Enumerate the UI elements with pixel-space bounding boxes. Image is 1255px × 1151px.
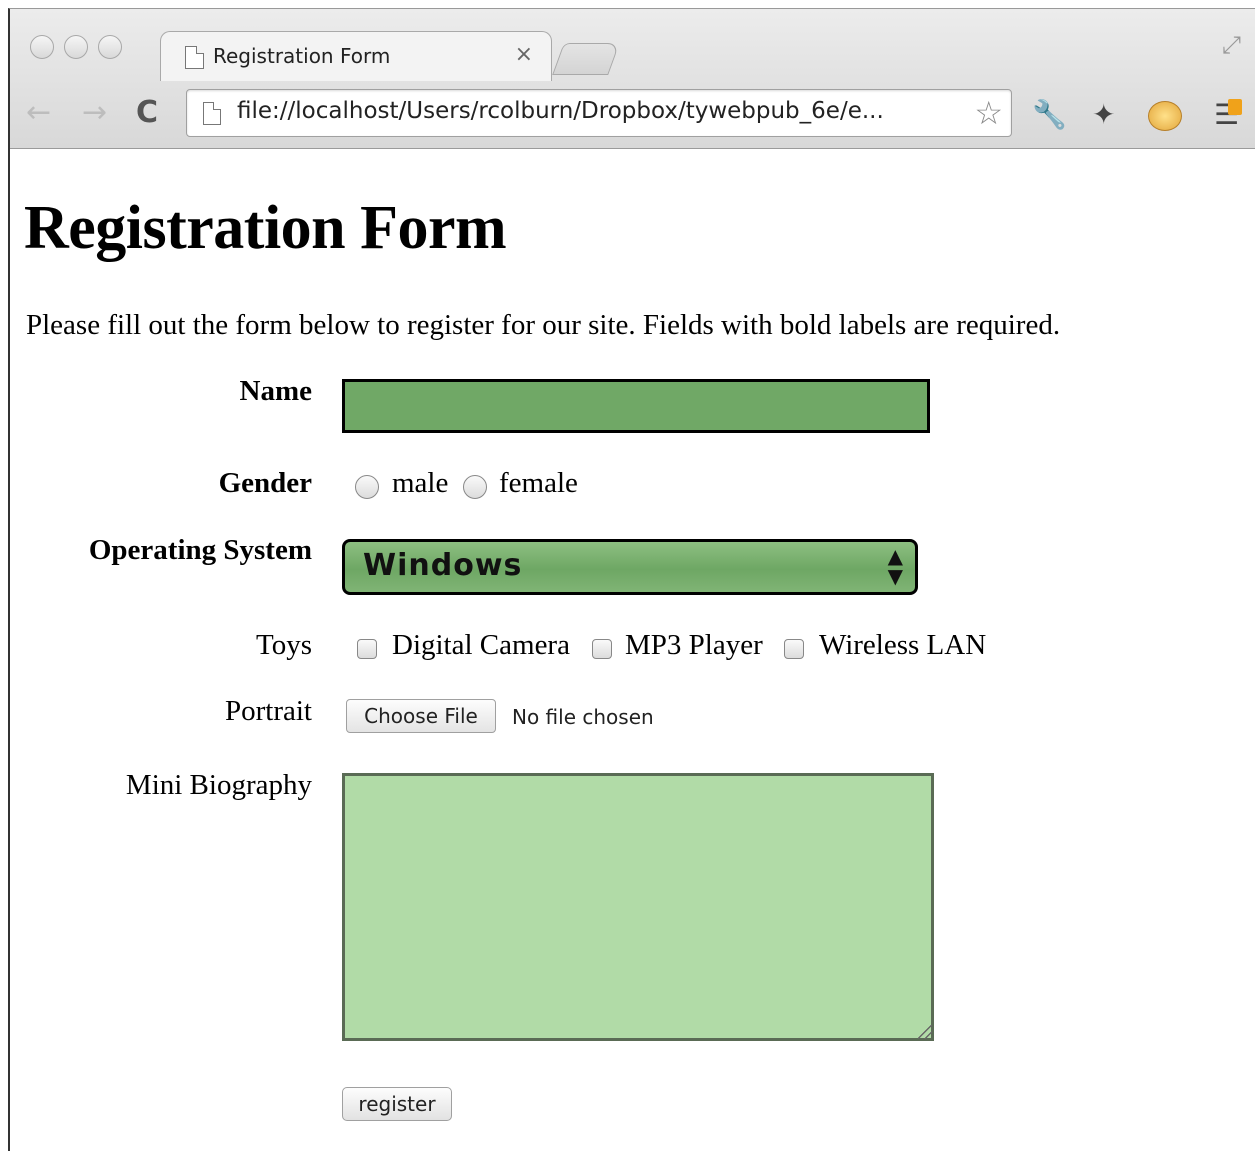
intro-text: Please fill out the form below to regist…	[26, 309, 1061, 341]
portrait-label: Portrait	[225, 695, 312, 727]
toy-wireless-lan-checkbox[interactable]	[784, 639, 804, 659]
file-status: No file chosen	[512, 705, 654, 729]
os-selected-value: Windows	[363, 548, 523, 583]
forward-arrow-icon[interactable]: →	[82, 93, 107, 133]
biography-textarea[interactable]	[342, 773, 934, 1041]
tab-title: Registration Form	[213, 44, 391, 68]
choose-file-button[interactable]: Choose File	[346, 699, 496, 733]
close-icon[interactable]: ×	[515, 42, 533, 67]
toy-digital-camera-checkbox[interactable]	[357, 639, 377, 659]
page-icon	[203, 102, 221, 125]
gender-label: Gender	[218, 467, 312, 499]
page-title: Registration Form	[24, 194, 507, 262]
gender-male-label[interactable]: male	[392, 467, 448, 500]
name-label: Name	[239, 375, 312, 407]
resize-grip-icon[interactable]	[918, 1025, 932, 1039]
fullscreen-icon[interactable]: ⤢	[1222, 31, 1241, 59]
address-bar[interactable]: file://localhost/Users/rcolburn/Dropbox/…	[186, 89, 1012, 137]
browser-toolbar: ← → C file://localhost/Users/rcolburn/Dr…	[10, 81, 1255, 149]
extension-face-icon[interactable]	[1148, 101, 1182, 131]
toy-mp3-player-label[interactable]: MP3 Player	[625, 629, 763, 662]
register-button[interactable]: register	[342, 1087, 452, 1121]
browser-window: Registration Form × ⤢ ← → C file://local…	[8, 8, 1255, 1151]
url-text[interactable]: file://localhost/Users/rcolburn/Dropbox/…	[237, 98, 884, 124]
wrench-icon[interactable]: 🔧	[1032, 97, 1067, 133]
star-icon[interactable]: ☆	[974, 94, 1003, 132]
bio-label: Mini Biography	[125, 769, 312, 801]
name-field[interactable]	[342, 379, 930, 433]
update-badge	[1228, 99, 1242, 115]
os-select[interactable]: Windows ▲ ▼	[342, 539, 918, 595]
pin-icon[interactable]: ✦	[1092, 97, 1115, 133]
os-label: Operating System	[88, 534, 312, 566]
reload-icon[interactable]: C	[136, 93, 158, 133]
back-arrow-icon[interactable]: ←	[26, 93, 51, 133]
gender-male-radio[interactable]	[355, 475, 379, 499]
toy-digital-camera-label[interactable]: Digital Camera	[392, 629, 570, 662]
close-window-button[interactable]	[30, 35, 54, 59]
zoom-window-button[interactable]	[98, 35, 122, 59]
gender-female-radio[interactable]	[463, 475, 487, 499]
toy-wireless-lan-label[interactable]: Wireless LAN	[819, 629, 986, 662]
page-icon	[185, 46, 204, 69]
window-controls	[30, 35, 122, 59]
browser-chrome: Registration Form × ⤢ ← → C file://local…	[10, 9, 1255, 149]
select-arrows-icon: ▲ ▼	[887, 544, 903, 588]
toys-label: Toys	[256, 629, 312, 661]
gender-female-label[interactable]: female	[499, 467, 578, 500]
toy-mp3-player-checkbox[interactable]	[592, 639, 612, 659]
new-tab-button[interactable]	[552, 43, 620, 75]
tab-registration-form[interactable]: Registration Form ×	[160, 31, 552, 81]
minimize-window-button[interactable]	[64, 35, 88, 59]
